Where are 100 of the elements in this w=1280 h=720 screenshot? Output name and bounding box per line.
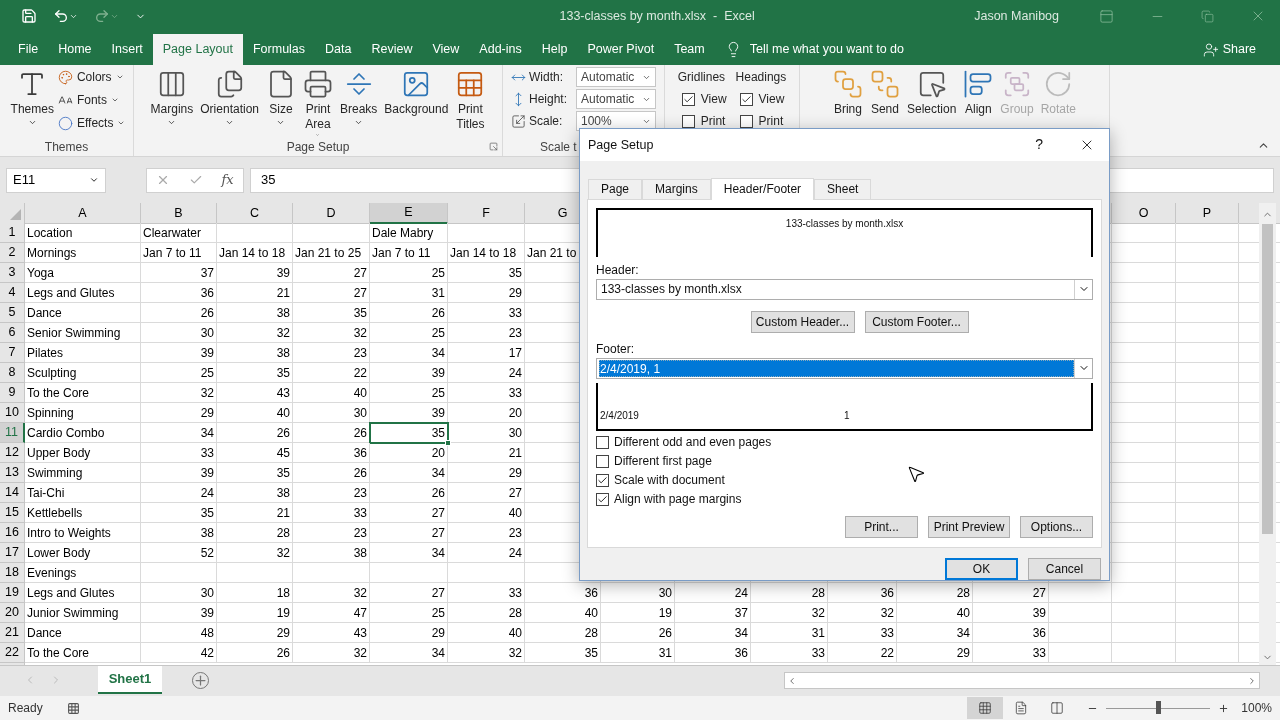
- table-cell: 28: [897, 583, 973, 603]
- group-label: Themes: [44, 139, 89, 156]
- table-cell: 36: [141, 283, 217, 303]
- table-cell: 27: [370, 523, 448, 543]
- table-cell: 22: [828, 643, 897, 663]
- table-cell: Jan 14 to 18: [217, 243, 293, 263]
- field-label: Scale:: [529, 113, 564, 130]
- table-cell: 28: [751, 583, 828, 603]
- table-cell: Tai-Chi: [25, 483, 141, 503]
- table-cell: 37: [141, 263, 217, 283]
- table-cell: 34: [141, 423, 217, 443]
- table-cell: Yoga: [25, 263, 141, 283]
- preview-text: 2/4/2019: [600, 408, 640, 423]
- table-cell: 38: [293, 543, 370, 563]
- table-cell: 32: [293, 323, 370, 343]
- preview-text: 133-classes by month.xlsx: [785, 216, 904, 231]
- field-label: Height:: [529, 91, 569, 108]
- table-cell: 34: [370, 343, 448, 363]
- table-cell: 19: [601, 603, 675, 623]
- table-cell: 40: [448, 503, 525, 523]
- table-cell: 38: [141, 523, 217, 543]
- table-cell: 29: [448, 283, 525, 303]
- table-cell: Cardio Combo: [25, 423, 141, 443]
- table-cell: 32: [751, 603, 828, 623]
- table-cell: 39: [973, 603, 1049, 623]
- table-cell: 25: [370, 263, 448, 283]
- table-cell: 23: [448, 523, 525, 543]
- table-cell: 28: [448, 603, 525, 623]
- table-cell: 29: [370, 623, 448, 643]
- table-cell: 40: [293, 383, 370, 403]
- table-cell: 36: [675, 643, 751, 663]
- table-cell: 52: [141, 543, 217, 563]
- table-cell: Mornings: [25, 243, 141, 263]
- table-cell: 27: [293, 263, 370, 283]
- table-cell: 33: [448, 583, 525, 603]
- table-cell: Sculpting: [25, 363, 141, 383]
- table-cell: 27: [448, 483, 525, 503]
- table-cell: 25: [370, 323, 448, 343]
- table-cell: 24: [675, 583, 751, 603]
- table-cell: 30: [141, 583, 217, 603]
- group-heading: Headings: [735, 69, 787, 86]
- table-cell: 30: [293, 403, 370, 423]
- table-cell: 39: [370, 363, 448, 383]
- table-cell: 26: [601, 623, 675, 643]
- table-cell: 18: [217, 583, 293, 603]
- table-cell: 38: [217, 303, 293, 323]
- table-cell: 35: [141, 503, 217, 523]
- table-cell: To the Core: [25, 643, 141, 663]
- table-cell: 48: [141, 623, 217, 643]
- group-heading: Gridlines: [677, 69, 727, 86]
- table-cell: 39: [141, 343, 217, 363]
- table-cell: Jan 7 to 11: [141, 243, 217, 263]
- field-label: Footer:: [596, 340, 634, 358]
- table-cell: 33: [448, 303, 525, 323]
- table-cell: 40: [897, 603, 973, 623]
- table-cell: 25: [141, 363, 217, 383]
- table-cell: 23: [448, 323, 525, 343]
- group-label: Scale t: [540, 139, 577, 156]
- table-cell: 32: [141, 383, 217, 403]
- table-cell: 31: [370, 283, 448, 303]
- table-cell: Upper Body: [25, 443, 141, 463]
- table-cell: 27: [293, 283, 370, 303]
- table-cell: 26: [293, 463, 370, 483]
- table-cell: 36: [828, 583, 897, 603]
- table-cell: Swimming: [25, 463, 141, 483]
- table-cell: 33: [751, 643, 828, 663]
- table-cell: 47: [293, 603, 370, 623]
- table-cell: 28: [217, 523, 293, 543]
- table-cell: 29: [897, 643, 973, 663]
- table-cell: 35: [293, 303, 370, 323]
- table-cell: 32: [828, 603, 897, 623]
- table-cell: 30: [448, 423, 525, 443]
- table-cell: 35: [217, 363, 293, 383]
- table-cell: 34: [897, 623, 973, 643]
- table-cell: 21: [448, 443, 525, 463]
- table-cell: 28: [525, 623, 601, 643]
- table-cell: 23: [293, 483, 370, 503]
- table-cell: To the Core: [25, 383, 141, 403]
- table-cell: 27: [370, 583, 448, 603]
- table-cell: 31: [601, 643, 675, 663]
- table-cell: Senior Swimming: [25, 323, 141, 343]
- table-cell: 26: [293, 423, 370, 443]
- table-cell: Intro to Weights: [25, 523, 141, 543]
- table-cell: 39: [141, 603, 217, 623]
- table-cell: 24: [448, 363, 525, 383]
- table-cell: 25: [370, 603, 448, 623]
- table-cell: 29: [217, 623, 293, 643]
- table-cell: 40: [448, 623, 525, 643]
- table-cell: Kettlebells: [25, 503, 141, 523]
- table-cell: 34: [370, 543, 448, 563]
- table-cell: 27: [973, 583, 1049, 603]
- group-label: Page Setup: [286, 139, 350, 156]
- table-cell: 30: [601, 583, 675, 603]
- table-cell: 33: [973, 643, 1049, 663]
- table-cell: 27: [370, 503, 448, 523]
- table-cell: 26: [370, 483, 448, 503]
- table-cell: Legs and Glutes: [25, 283, 141, 303]
- table-cell: Dale Mabry: [370, 223, 448, 243]
- table-cell: 31: [751, 623, 828, 643]
- table-cell: 32: [293, 643, 370, 663]
